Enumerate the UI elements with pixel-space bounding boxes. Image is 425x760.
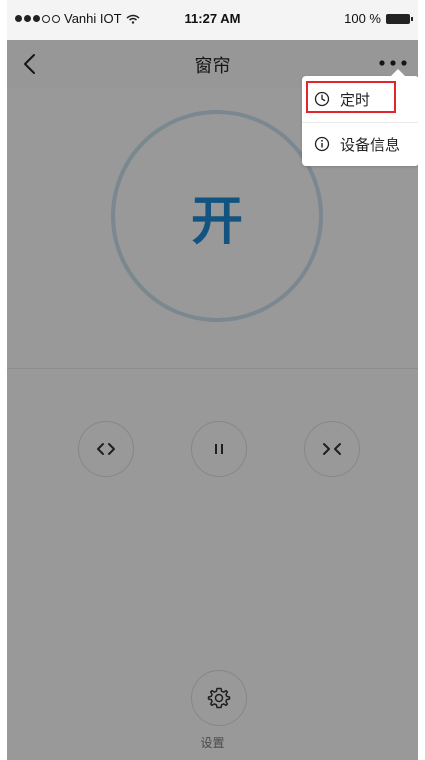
battery-percent: 100 % [344,11,381,26]
info-icon [314,136,330,152]
menu-item-device-info[interactable]: 设备信息 [302,122,419,165]
status-right: 100 % [344,11,413,26]
highlight-box [306,81,396,113]
phone-screen: Vanhi IOT 11:27 AM 100 % 窗帘 开 设置 定时 设备信息 [0,0,425,760]
menu-item-label: 设备信息 [340,135,401,154]
battery-icon [386,13,413,24]
frame-right [418,0,425,760]
more-menu: 定时 设备信息 [302,69,419,166]
frame-left [0,0,7,760]
status-bar: Vanhi IOT 11:27 AM 100 % [7,0,418,40]
